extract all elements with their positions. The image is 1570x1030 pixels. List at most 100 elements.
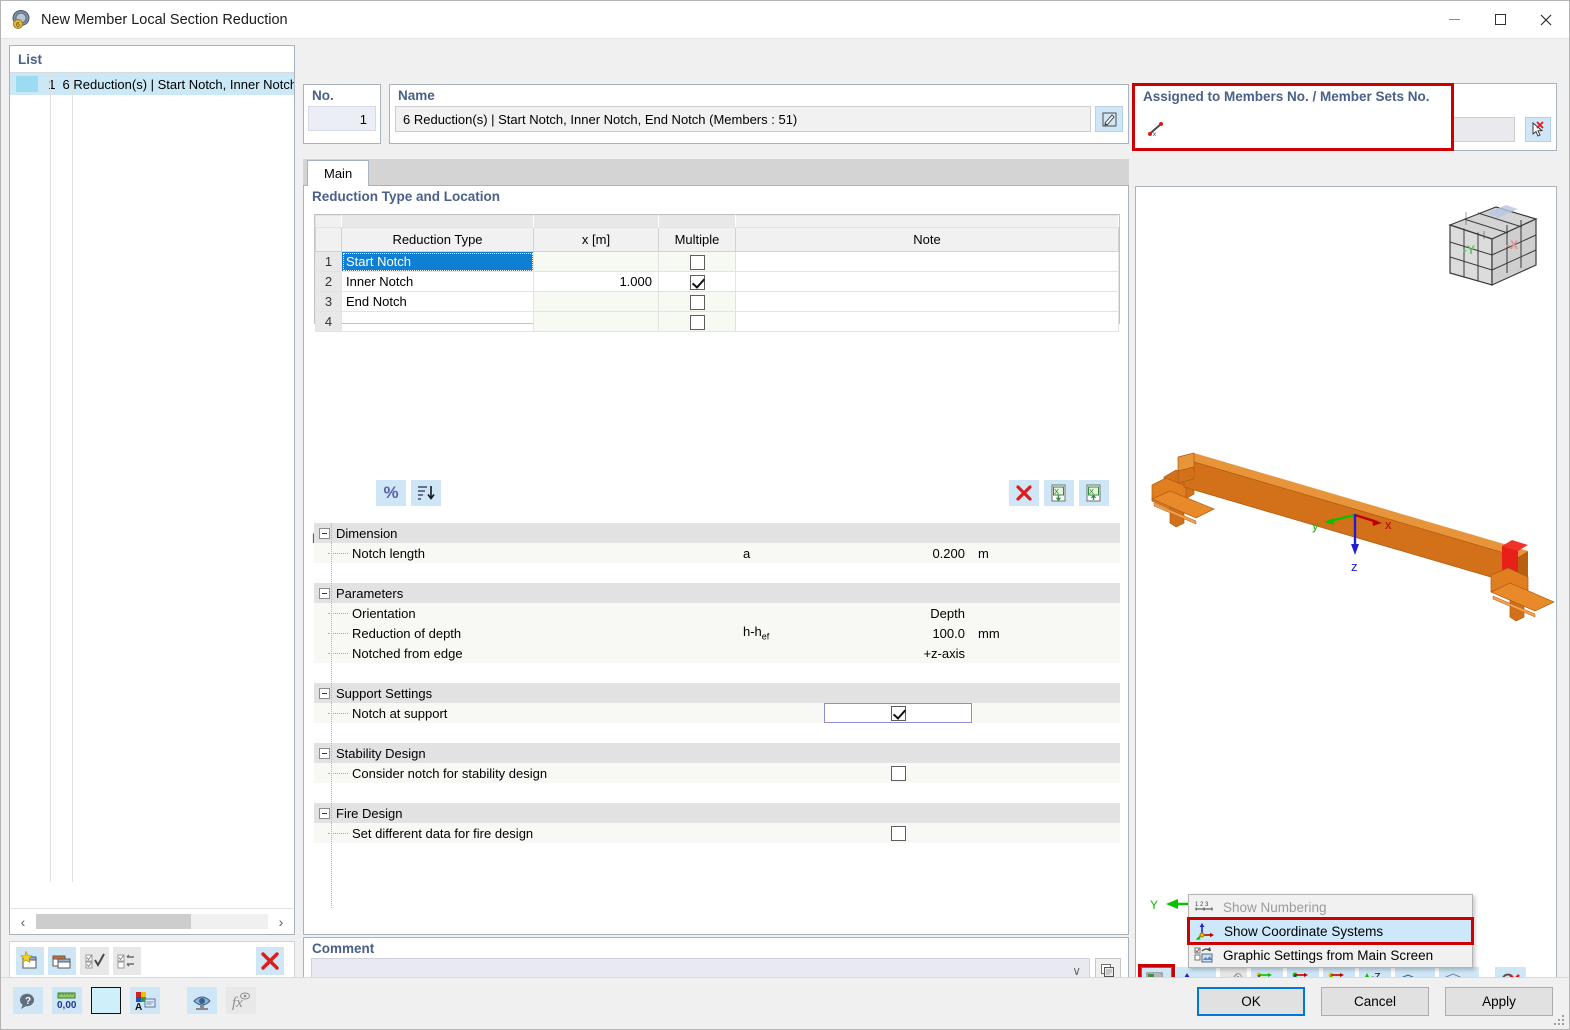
row-x[interactable]: 1.000 (533, 271, 659, 292)
multiple-checkbox[interactable] (689, 294, 705, 310)
multiple-checkbox[interactable] (689, 274, 705, 290)
row-reduction-type[interactable]: End Notch (341, 291, 534, 312)
number-input[interactable]: 1 (308, 106, 376, 131)
row-reduction-type[interactable] (341, 311, 534, 332)
svg-text:fx: fx (232, 995, 243, 1011)
group-support-settings[interactable]: Support Settings (314, 683, 1120, 703)
menu-item-show-coordinate-systems[interactable]: Show Coordinate Systems (1187, 917, 1474, 945)
row-reduction-type[interactable]: Start Notch (341, 251, 534, 272)
param-row-reduction-of-depth[interactable]: Reduction of depth h-hef 100.0 mm (314, 623, 1120, 643)
menu-item-show-numbering[interactable]: 1 2 3 Show Numbering (1189, 895, 1472, 919)
units-button[interactable]: 0,00 (52, 987, 82, 1014)
row-multiple[interactable] (658, 291, 736, 312)
fire-design-checkbox[interactable] (890, 826, 906, 842)
scrollbar-track[interactable] (36, 914, 268, 929)
group-parameters[interactable]: Parameters (314, 583, 1120, 603)
group-spacer (314, 563, 1120, 583)
row-x[interactable] (533, 311, 659, 332)
param-row-fire-design-data[interactable]: Set different data for fire design (314, 823, 1120, 843)
multiple-checkbox[interactable] (689, 314, 705, 330)
param-value[interactable]: 100.0 (824, 626, 972, 641)
param-row-consider-notch-stability[interactable]: Consider notch for stability design (314, 763, 1120, 783)
collapse-icon[interactable] (319, 587, 330, 599)
collapse-icon[interactable] (319, 527, 330, 539)
export-excel-button[interactable]: X (1079, 480, 1109, 506)
stability-checkbox-cell[interactable] (824, 765, 972, 782)
help-button[interactable]: ? (13, 987, 43, 1014)
viewport-context-menu: 1 2 3 Show Numbering Show Coordinate Sys… (1187, 894, 1474, 968)
group-dimension[interactable]: Dimension (314, 523, 1120, 543)
row-multiple[interactable] (658, 311, 736, 332)
viewport-canvas[interactable]: -Y -X x y z Y (1136, 187, 1556, 998)
tab-main[interactable]: Main (307, 160, 370, 186)
number-field-group: No. 1 (303, 84, 381, 144)
resize-grip[interactable] (1554, 1015, 1566, 1027)
collapse-icon[interactable] (319, 747, 330, 759)
row-x[interactable] (533, 251, 659, 272)
menu-item-graphic-settings[interactable]: Graphic Settings from Main Screen (1189, 943, 1472, 967)
apply-button[interactable]: Apply (1445, 987, 1553, 1016)
row-x[interactable] (533, 291, 659, 312)
fire-design-checkbox-cell[interactable] (824, 825, 972, 842)
model-viewport[interactable]: -Y -X x y z Y (1135, 186, 1557, 999)
table-row[interactable]: 2 Inner Notch 1.000 (315, 271, 1119, 292)
scrollbar-thumb[interactable] (36, 914, 191, 929)
param-row-notched-from-edge[interactable]: Notched from edge +z-axis (314, 643, 1120, 663)
new-item-button[interactable] (16, 947, 45, 975)
cancel-button[interactable]: Cancel (1321, 987, 1429, 1016)
sort-button[interactable] (411, 480, 441, 506)
row-multiple[interactable] (658, 251, 736, 272)
svg-text:?: ? (25, 996, 31, 1007)
delete-item-button[interactable] (255, 947, 285, 975)
row-multiple[interactable] (658, 271, 736, 292)
list-item[interactable]: 1 6 Reduction(s) | Start Notch, Inner No… (10, 73, 294, 95)
multiple-checkbox[interactable] (689, 254, 705, 270)
scroll-left-icon[interactable]: ‹ (10, 909, 36, 934)
list-horizontal-scrollbar[interactable]: ‹ › (10, 908, 294, 934)
edit-name-icon[interactable] (1095, 106, 1123, 132)
color-swatch-button[interactable] (91, 987, 121, 1014)
table-row[interactable]: 4 (315, 311, 1119, 332)
param-value[interactable]: Depth (824, 606, 972, 621)
delete-row-button[interactable] (1009, 480, 1039, 506)
row-note[interactable] (735, 291, 1119, 312)
collapse-icon[interactable] (319, 687, 330, 699)
assigned-members-highlight: Assigned to Members No. / Member Sets No… (1132, 83, 1454, 151)
group-stability-design[interactable]: Stability Design (314, 743, 1120, 763)
chevron-down-icon[interactable]: ∨ (1072, 964, 1081, 978)
close-button[interactable] (1523, 1, 1569, 39)
invert-selection-button[interactable] (112, 947, 141, 975)
collapse-icon[interactable] (319, 807, 330, 819)
param-row-notch-length[interactable]: Notch length a 0.200 m (314, 543, 1120, 563)
row-note[interactable] (735, 311, 1119, 332)
group-fire-design[interactable]: Fire Design (314, 803, 1120, 823)
formula-button[interactable]: fx (226, 987, 256, 1014)
display-properties-button[interactable]: A (130, 987, 160, 1014)
table-row[interactable]: 1 Start Notch (315, 251, 1119, 272)
svg-text:-Y: -Y (1463, 243, 1475, 257)
ok-button[interactable]: OK (1197, 987, 1305, 1016)
param-value[interactable]: 0.200 (824, 546, 972, 561)
pick-deselect-icon[interactable] (1525, 117, 1551, 142)
param-label: Notch at support (352, 705, 448, 721)
import-excel-button[interactable]: X (1044, 480, 1074, 506)
table-row[interactable]: 3 End Notch (315, 291, 1119, 312)
row-note[interactable] (735, 251, 1119, 272)
select-all-button[interactable] (80, 947, 109, 975)
param-value[interactable]: +z-axis (824, 646, 972, 661)
view-settings-button[interactable] (187, 987, 217, 1014)
copy-item-button[interactable] (48, 947, 77, 975)
row-reduction-type[interactable]: Inner Notch (341, 271, 534, 292)
notch-at-support-checkbox[interactable] (890, 706, 906, 722)
row-note[interactable] (735, 271, 1119, 292)
notch-at-support-checkbox-cell[interactable] (824, 703, 972, 723)
param-row-orientation[interactable]: Orientation Depth (314, 603, 1120, 623)
stability-checkbox[interactable] (890, 766, 906, 782)
percent-button[interactable]: % (376, 480, 406, 506)
main-panel: Reduction Type and Location Reduction Ty… (303, 186, 1129, 935)
param-row-notch-at-support[interactable]: Notch at support (314, 703, 1120, 723)
scroll-right-icon[interactable]: › (268, 909, 294, 934)
maximize-button[interactable] (1477, 1, 1523, 39)
name-input[interactable]: 6 Reduction(s) | Start Notch, Inner Notc… (395, 106, 1091, 132)
minimize-button[interactable] (1431, 1, 1477, 39)
